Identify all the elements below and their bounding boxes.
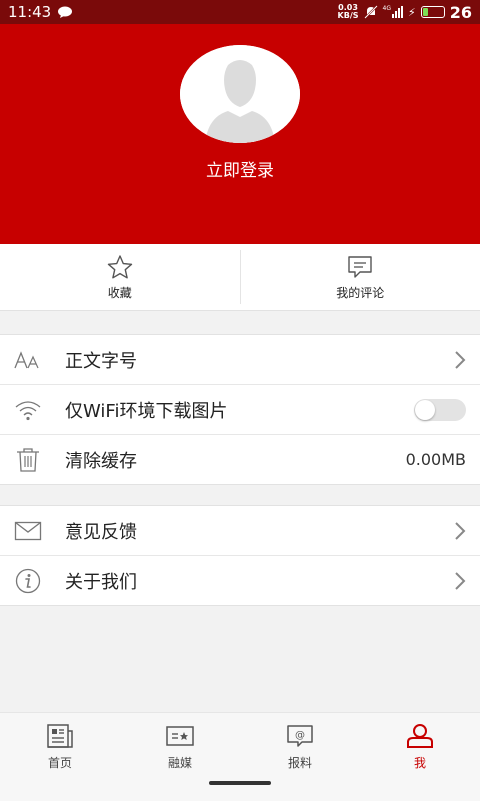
charging-icon: ⚡ xyxy=(408,6,416,19)
favorites-button[interactable]: 收藏 xyxy=(0,244,240,310)
clear-cache-row[interactable]: 清除缓存 0.00MB xyxy=(0,435,480,484)
my-comments-label: 我的评论 xyxy=(336,284,384,301)
settings-group-display: 正文字号 仅WiFi环境下载图片 xyxy=(0,334,480,485)
mail-icon xyxy=(14,521,42,541)
wifi-only-images-label: 仅WiFi环境下载图片 xyxy=(65,397,414,423)
star-icon xyxy=(106,254,134,280)
user-icon xyxy=(405,723,435,749)
battery-level: 26 xyxy=(450,3,472,22)
tab-media[interactable]: 融媒 xyxy=(120,713,240,801)
font-size-label: 正文字号 xyxy=(65,347,454,373)
quick-actions: 收藏 我的评论 xyxy=(0,244,480,311)
font-size-row[interactable]: 正文字号 xyxy=(0,335,480,385)
about-us-row[interactable]: 关于我们 xyxy=(0,556,480,605)
default-avatar-icon xyxy=(180,45,300,143)
mute-icon xyxy=(364,5,378,19)
home-indicator[interactable] xyxy=(209,781,271,785)
status-time: 11:43 xyxy=(8,3,51,21)
feedback-row[interactable]: 意见反馈 xyxy=(0,506,480,556)
tab-me[interactable]: 我 xyxy=(360,713,480,801)
tab-media-label: 融媒 xyxy=(168,754,192,771)
feedback-label: 意见反馈 xyxy=(65,518,454,544)
settings-group-about: 意见反馈 关于我们 xyxy=(0,505,480,606)
wifi-only-images-toggle[interactable] xyxy=(414,399,466,421)
font-size-icon xyxy=(13,350,43,370)
my-comments-button[interactable]: 我的评论 xyxy=(241,244,480,310)
signal-icon: 4G xyxy=(383,6,403,18)
about-us-label: 关于我们 xyxy=(65,568,454,594)
battery-icon xyxy=(421,6,445,18)
clear-cache-label: 清除缓存 xyxy=(65,447,406,473)
tab-home-label: 首页 xyxy=(48,754,72,771)
comment-icon xyxy=(346,254,374,280)
trash-icon xyxy=(15,447,41,473)
favorites-label: 收藏 xyxy=(108,284,132,301)
avatar[interactable] xyxy=(180,45,300,143)
tab-me-label: 我 xyxy=(414,754,426,771)
chevron-right-icon xyxy=(454,350,466,370)
wifi-icon xyxy=(14,399,42,421)
tab-report[interactable]: @ 报料 xyxy=(240,713,360,801)
network-speed: 0.03 KB/S xyxy=(338,4,359,20)
profile-header: 立即登录 xyxy=(0,24,480,244)
news-icon xyxy=(45,723,75,749)
tab-home[interactable]: 首页 xyxy=(0,713,120,801)
chevron-right-icon xyxy=(454,521,466,541)
info-icon xyxy=(15,568,41,594)
chevron-right-icon xyxy=(454,571,466,591)
login-link[interactable]: 立即登录 xyxy=(0,156,480,181)
message-icon xyxy=(57,6,73,18)
report-icon: @ xyxy=(285,723,315,749)
cache-size: 0.00MB xyxy=(406,450,466,469)
bottom-tab-bar: 首页 融媒 @ 报料 我 xyxy=(0,712,480,801)
media-icon xyxy=(165,723,195,749)
svg-text:@: @ xyxy=(295,730,305,741)
toggle-knob xyxy=(415,400,435,420)
tab-report-label: 报料 xyxy=(288,754,312,771)
wifi-only-images-row: 仅WiFi环境下载图片 xyxy=(0,385,480,435)
status-bar: 11:43 0.03 KB/S 4G ⚡ 26 xyxy=(0,0,480,24)
